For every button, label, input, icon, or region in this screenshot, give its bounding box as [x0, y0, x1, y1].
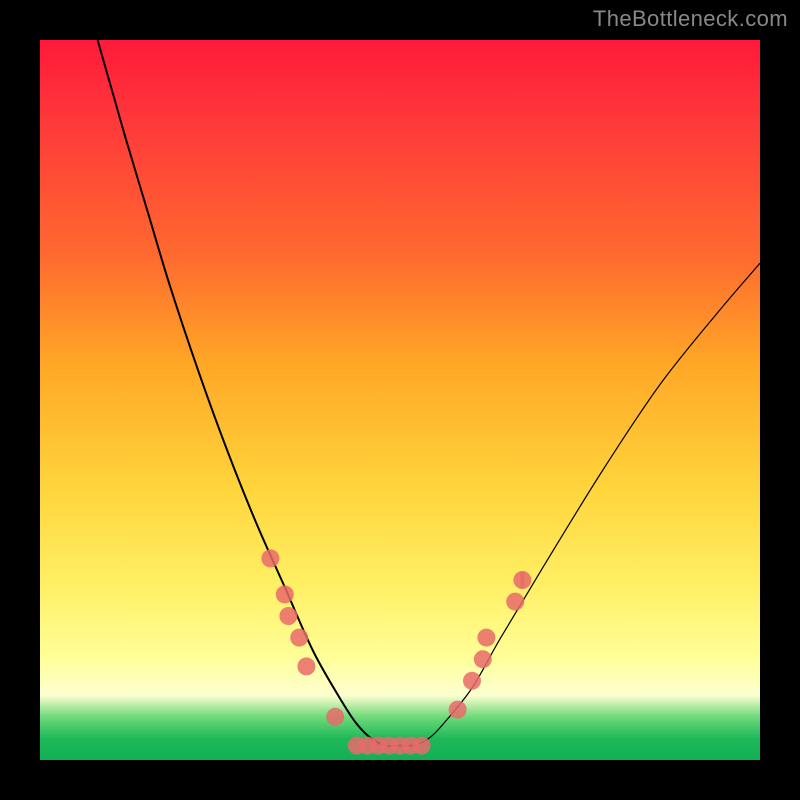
- bead-marker: [279, 607, 297, 625]
- watermark-text: TheBottleneck.com: [593, 6, 788, 32]
- bead-marker: [276, 585, 294, 603]
- bead-rect-marker: [520, 572, 524, 588]
- bead-marker: [463, 672, 481, 690]
- bead-marker: [326, 708, 344, 726]
- curve-left: [98, 40, 415, 746]
- plot-area: [40, 40, 760, 760]
- bead-marker: [474, 650, 492, 668]
- curve-svg: [40, 40, 760, 760]
- bead-marker: [449, 701, 467, 719]
- bead-marker: [506, 593, 524, 611]
- marker-beads: [261, 549, 531, 754]
- bead-marker: [477, 629, 495, 647]
- bead-marker: [290, 629, 308, 647]
- curve-right: [400, 263, 760, 746]
- chart-frame: TheBottleneck.com: [0, 0, 800, 800]
- bead-marker: [261, 549, 279, 567]
- bead-marker: [413, 737, 431, 755]
- bead-marker: [297, 657, 315, 675]
